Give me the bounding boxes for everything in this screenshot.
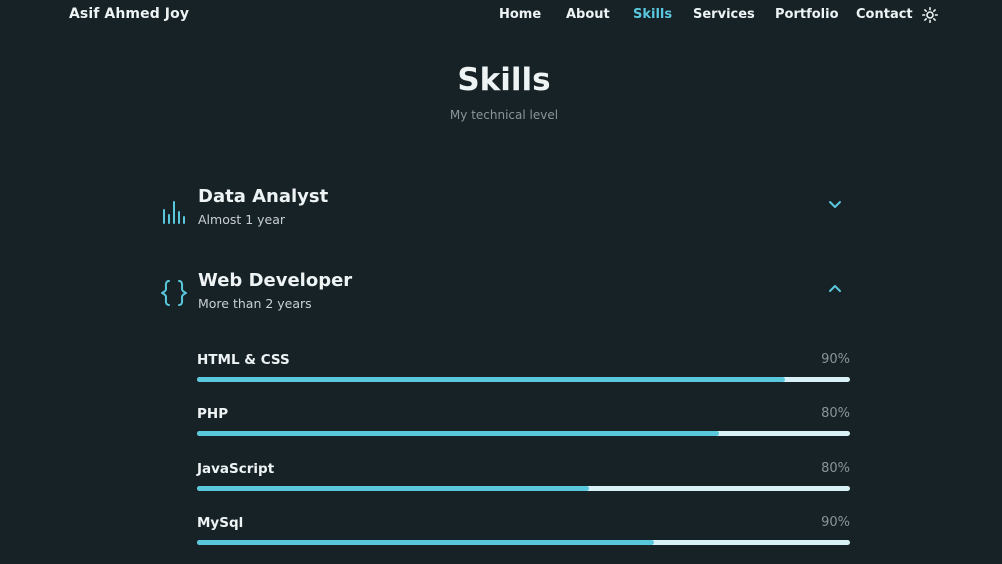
skill-bar: [197, 486, 850, 491]
braces-icon: [160, 278, 188, 308]
header: Asif Ahmed Joy Home About Skills Service…: [0, 0, 1002, 30]
skill-bar-fill: [197, 431, 720, 436]
skill-percent: 90%: [821, 352, 850, 367]
nav-skills[interactable]: Skills: [633, 7, 672, 22]
skill-percent: 80%: [821, 461, 850, 476]
skill-name: JavaScript: [197, 461, 275, 477]
nav-services[interactable]: Services: [693, 7, 755, 22]
skill-name: HTML & CSS: [197, 352, 290, 368]
chevron-up-icon[interactable]: [827, 280, 843, 296]
page: Asif Ahmed Joy Home About Skills Service…: [0, 0, 1002, 564]
skill-group-title: Data Analyst: [198, 186, 329, 207]
skill-item: PHP 80%: [197, 406, 850, 446]
skill-item: HTML & CSS 90%: [197, 352, 850, 392]
skill-group-title: Web Developer: [198, 270, 353, 291]
skill-group-data-analyst[interactable]: Data Analyst Almost 1 year: [158, 186, 858, 236]
skill-bar-fill: [197, 540, 655, 545]
nav-portfolio[interactable]: Portfolio: [775, 7, 839, 22]
skill-name: MySql: [197, 515, 244, 531]
section-title: Skills: [457, 62, 551, 98]
skill-bar-fill: [197, 486, 589, 491]
main-nav: Home About Skills Services Portfolio Con…: [0, 7, 1002, 25]
skill-bar-fill: [197, 377, 785, 382]
nav-home[interactable]: Home: [499, 7, 541, 22]
nav-about[interactable]: About: [566, 7, 610, 22]
skill-item: MySql 90%: [197, 515, 850, 555]
skill-percent: 80%: [821, 406, 850, 421]
sun-icon[interactable]: [922, 7, 938, 23]
skill-bar: [197, 540, 850, 545]
bar-chart-icon: [160, 194, 188, 224]
chevron-down-icon[interactable]: [827, 196, 843, 212]
skill-percent: 90%: [821, 515, 850, 530]
skill-bar: [197, 431, 850, 436]
skill-item: JavaScript 80%: [197, 461, 850, 501]
section-subtitle: My technical level: [449, 108, 559, 122]
skill-bar: [197, 377, 850, 382]
skill-group-subtitle: Almost 1 year: [198, 212, 286, 227]
nav-contact[interactable]: Contact: [856, 7, 913, 22]
skill-group-subtitle: More than 2 years: [198, 296, 312, 311]
skill-group-web-developer[interactable]: Web Developer More than 2 years: [158, 270, 858, 320]
skill-name: PHP: [197, 406, 229, 422]
